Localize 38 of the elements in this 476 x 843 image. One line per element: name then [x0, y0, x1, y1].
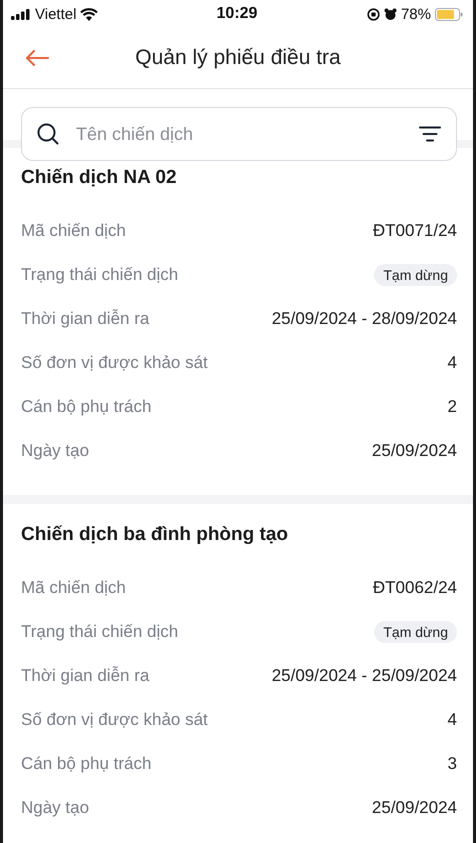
field-label: Ngày tạo	[21, 798, 90, 818]
campaign-card[interactable]: Chiến dịch NA 02 Mã chiến dịch ĐT0071/24 Trạng thái chiến dịch Tạm dừng Thời gian diễn ra 25/09/2024 - 28/09/2024 Số đơn vị được khảo sát 4 Cán bộ phụ trách 2 Ngày tạo 25/09/2024	[3, 161, 473, 495]
campaign-card[interactable]: Chiến dịch ba đình phòng tạo Mã chiến dịch ĐT0062/24 Trạng thái chiến dịch Tạm dừng Thời gian diễn ra 25/09/2024 - 25/09/2024 Số đơn vị được khảo sát 4 Cán bộ phụ trách 3 Ngày tạo 25/09/2024	[3, 504, 473, 843]
field-label: Mã chiến dịch	[21, 221, 126, 241]
filter-icon[interactable]	[419, 126, 441, 142]
field-label: Thời gian diễn ra	[21, 309, 150, 329]
field-value: 25/09/2024	[372, 441, 457, 461]
field-label: Ngày tạo	[21, 441, 90, 461]
field-label: Trạng thái chiến dịch	[21, 622, 178, 642]
field-label: Thời gian diễn ra	[21, 666, 150, 686]
field-value: 4	[448, 353, 457, 373]
search-field[interactable]: Tên chiến dịch	[21, 107, 457, 161]
field-label: Số đơn vị được khảo sát	[21, 710, 208, 730]
field-value: 3	[448, 754, 457, 774]
carrier-name: Viettel	[35, 6, 76, 22]
wifi-icon	[80, 8, 98, 20]
field-value: 25/09/2024 - 28/09/2024	[272, 309, 457, 329]
page-title: Quản lý phiếu điều tra	[134, 46, 342, 70]
field-value: ĐT0071/24	[372, 221, 457, 241]
status-time: 10:29	[216, 5, 258, 23]
field-label: Số đơn vị được khảo sát	[21, 353, 208, 373]
field-value: 25/09/2024 - 25/09/2024	[272, 666, 457, 686]
campaign-title: Chiến dịch NA 02	[21, 167, 178, 189]
field-value: 25/09/2024	[372, 798, 457, 818]
field-label: Cán bộ phụ trách	[21, 754, 152, 774]
signal-icon	[11, 8, 31, 20]
field-value: ĐT0062/24	[372, 578, 457, 598]
status-badge: Tạm dừng	[374, 621, 457, 643]
status-badge: Tạm dừng	[374, 264, 457, 286]
field-label: Mã chiến dịch	[21, 578, 126, 598]
rotation-lock-icon	[366, 8, 380, 20]
battery-percent: 78%	[400, 6, 431, 22]
battery-icon	[434, 8, 463, 20]
field-value: 2	[448, 397, 457, 417]
field-label: Trạng thái chiến dịch	[21, 265, 178, 285]
field-value: 4	[448, 710, 457, 730]
campaign-title: Chiến dịch ba đình phòng tạo	[21, 524, 290, 546]
field-label: Cán bộ phụ trách	[21, 397, 152, 417]
